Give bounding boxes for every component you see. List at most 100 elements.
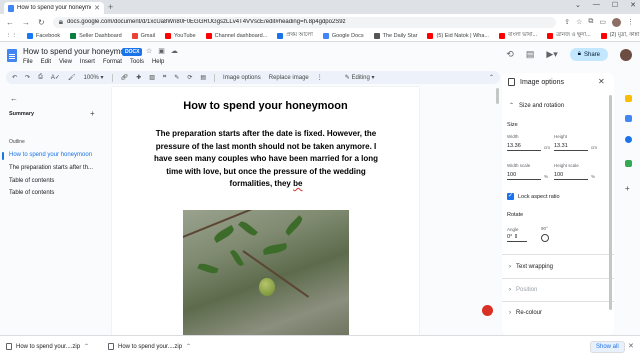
minimize-icon[interactable]: — <box>593 1 600 9</box>
menu-help[interactable]: Help <box>152 59 164 65</box>
lock-aspect-checkbox[interactable]: ✓ <box>507 193 514 200</box>
close-tab-icon[interactable]: ✕ <box>94 4 100 12</box>
extensions-icon[interactable]: ⧉ <box>588 18 593 26</box>
star-icon[interactable]: ☆ <box>576 18 582 26</box>
doc-title[interactable]: How to spend your honeymoon <box>23 47 134 56</box>
lock-icon[interactable]: 🔒︎ <box>59 17 63 27</box>
document-heading[interactable]: How to spend your honeymoon <box>112 100 419 112</box>
bookmark-item[interactable]: (2) মুদ্রা, কান্না কিয়া... <box>600 32 640 40</box>
sidebar-icon[interactable]: ▭ <box>599 18 606 26</box>
collapse-toolbar-icon[interactable]: ⌃ <box>489 74 494 81</box>
text-wrapping-section[interactable]: › Text wrapping <box>509 264 553 270</box>
keep-icon[interactable] <box>625 95 632 102</box>
bookmark-item[interactable]: YouTube <box>165 32 196 39</box>
bookmark-item[interactable]: (5) Eid Natok | Wha... <box>427 32 489 39</box>
width-scale-field[interactable]: 100 <box>507 170 541 180</box>
paint-format-icon[interactable]: 🖌︎ <box>68 74 76 81</box>
width-field[interactable]: 13.36 <box>507 141 541 151</box>
maximize-icon[interactable]: ☐ <box>612 1 618 9</box>
replace-image-button[interactable]: Replace image <box>269 75 309 81</box>
avatar[interactable] <box>620 48 632 61</box>
url-input[interactable]: 🔒︎ docs.google.com/document/d/1xcUa8Wn80… <box>52 16 557 28</box>
bookmark-item[interactable]: প্রথম আলো <box>277 32 313 40</box>
recolour-section[interactable]: › Re-colour <box>509 310 542 316</box>
download-item[interactable]: How to spend your....zip ⌃ <box>108 343 191 350</box>
outline-item[interactable]: Table of contents <box>9 178 54 184</box>
insert-link-icon[interactable]: 🔗︎ <box>121 74 129 81</box>
assistant-icon[interactable] <box>482 305 493 316</box>
share-page-icon[interactable]: ⇪ <box>564 18 570 26</box>
image-options-button[interactable]: Image options <box>223 75 261 81</box>
menu-insert[interactable]: Insert <box>80 59 95 65</box>
new-tab-icon[interactable]: + <box>108 2 113 12</box>
reload-icon[interactable]: ↻ <box>38 18 45 27</box>
bookmark-item[interactable]: The Daily Star <box>373 32 417 39</box>
share-button[interactable]: 🔒︎ Share <box>569 48 608 61</box>
print-icon[interactable]: ⎙ <box>38 74 43 81</box>
close-icon[interactable]: ✕ <box>598 77 605 86</box>
edit-image-icon[interactable]: ✎ <box>174 74 179 81</box>
chevron-up-icon[interactable]: ⌃ <box>186 343 191 350</box>
more-icon[interactable]: ⋮ <box>627 18 634 26</box>
more-tools-icon[interactable]: ⋮ <box>317 74 323 81</box>
editing-mode-select[interactable]: ✎ Editing ▾ <box>345 74 375 81</box>
star-icon[interactable]: ☆ <box>146 47 152 55</box>
crop-icon[interactable]: ⌗ <box>163 74 166 81</box>
add-comment-icon[interactable]: ✚ <box>136 74 141 81</box>
bookmark-item[interactable]: Seller Dashboard <box>70 32 122 39</box>
menu-format[interactable]: Format <box>103 59 122 65</box>
selected-image[interactable] <box>183 210 349 335</box>
undo-icon[interactable]: ↶ <box>12 74 17 81</box>
forward-icon[interactable]: → <box>22 18 30 27</box>
bookmark-item[interactable]: Gmail <box>131 32 155 39</box>
close-downloads-icon[interactable]: ✕ <box>628 342 634 350</box>
angle-field[interactable]: 0° ⇕ <box>507 232 527 242</box>
history-icon[interactable]: ⟲ <box>506 49 514 60</box>
panel-scrollbar[interactable] <box>609 95 612 310</box>
zoom-select[interactable]: 100% ▾ <box>84 74 104 81</box>
document-scrollbar[interactable] <box>496 88 499 104</box>
spellcheck-icon[interactable]: A✓ <box>51 74 60 81</box>
chevron-up-icon[interactable]: ⌃ <box>84 343 89 350</box>
height-scale-field[interactable]: 100 <box>554 170 588 180</box>
cloud-status-icon[interactable]: ☁ <box>171 47 178 55</box>
add-summary-icon[interactable]: + <box>90 109 95 118</box>
outline-item[interactable]: How to spend your honeymoon <box>9 152 92 158</box>
meet-icon[interactable]: ▶▾ <box>546 49 557 60</box>
contacts-icon[interactable] <box>625 136 632 143</box>
outline-item[interactable]: Table of contents <box>9 190 54 196</box>
rotate-90-icon[interactable] <box>541 234 549 242</box>
comments-icon[interactable]: ▤ <box>526 49 535 60</box>
insert-image-icon[interactable]: ▨ <box>149 74 155 81</box>
bookmark-item[interactable]: বাংলা ভাষা... <box>498 32 537 40</box>
back-arrow-icon[interactable]: ← <box>10 94 18 103</box>
bookmark-item[interactable]: Google Docs <box>322 32 364 39</box>
bookmark-item[interactable]: Channel dashboard... <box>205 32 267 39</box>
chevron-down-icon[interactable]: ⌄ <box>575 1 581 9</box>
maps-icon[interactable] <box>625 160 632 167</box>
document-body[interactable]: The preparation starts after the date is… <box>150 128 382 191</box>
show-all-button[interactable]: Show all <box>590 341 625 353</box>
download-item[interactable]: How to spend your....zip ⌃ <box>6 343 89 350</box>
back-icon[interactable]: ← <box>6 18 14 27</box>
menu-edit[interactable]: Edit <box>41 59 51 65</box>
move-folder-icon[interactable]: ▣ <box>158 47 165 55</box>
alt-text-icon[interactable]: ▤ <box>200 74 206 81</box>
menu-file[interactable]: File <box>23 59 33 65</box>
menu-tools[interactable]: Tools <box>130 59 144 65</box>
size-rotation-section[interactable]: ⌃ Size and rotation <box>509 102 564 110</box>
tasks-icon[interactable] <box>625 115 632 122</box>
browser-tab[interactable]: How to spend your honeymoon ✕ <box>4 2 104 14</box>
height-field[interactable]: 13.31 <box>554 141 588 151</box>
bookmark-item[interactable]: Facebook <box>27 32 60 39</box>
apps-icon[interactable]: ⋮⋮ <box>6 33 17 39</box>
close-window-icon[interactable]: ✕ <box>630 1 636 9</box>
docs-logo-icon[interactable] <box>7 49 17 62</box>
profile-avatar[interactable] <box>612 17 621 27</box>
redo-icon[interactable]: ↷ <box>25 74 30 81</box>
menu-view[interactable]: View <box>59 59 72 65</box>
outline-item[interactable]: The preparation starts after th... <box>9 165 93 171</box>
reset-image-icon[interactable]: ⟳ <box>187 74 192 81</box>
add-addon-icon[interactable]: + <box>625 185 632 193</box>
bookmark-item[interactable]: ত্রানজ ও ক্ষুদা... <box>547 32 591 40</box>
